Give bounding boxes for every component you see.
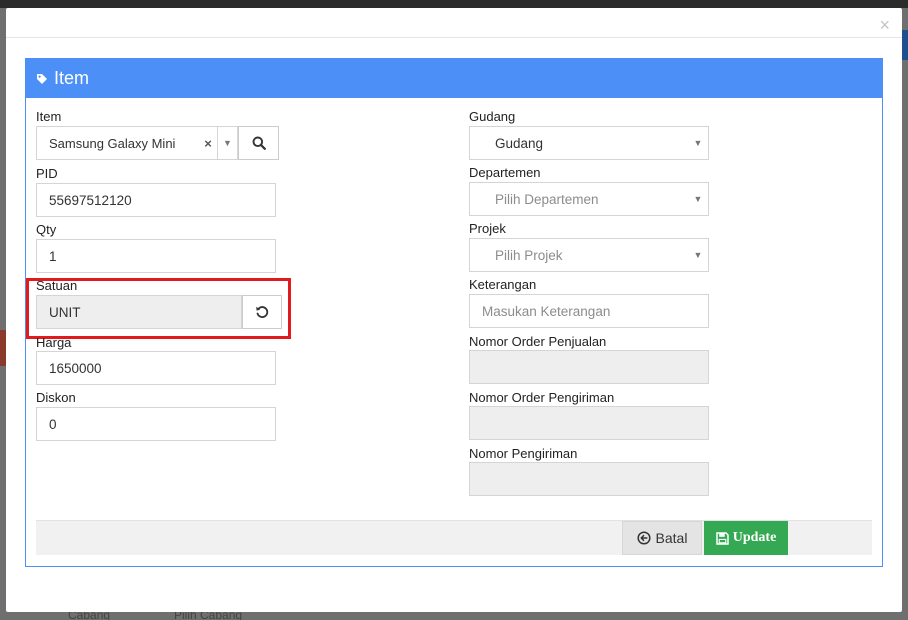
background-strip <box>902 30 908 60</box>
qty-input[interactable]: 1 <box>36 239 276 273</box>
chevron-down-icon[interactable]: ▼ <box>217 127 237 159</box>
background-topbar <box>0 0 908 8</box>
qty-value: 1 <box>49 248 57 264</box>
panel-title: Item <box>54 68 90 88</box>
item-select[interactable]: Samsung Galaxy Mini × ▼ <box>36 126 238 160</box>
nomor-order-penjualan-label: Nomor Order Penjualan <box>469 334 607 349</box>
form-footer: Batal Update <box>36 520 872 555</box>
diskon-value: 0 <box>49 416 57 432</box>
batal-button[interactable]: Batal <box>622 521 702 555</box>
gudang-select[interactable]: Gudang ▼ <box>469 126 709 160</box>
keterangan-placeholder: Masukan Keterangan <box>482 303 611 319</box>
projek-label: Projek <box>469 221 506 236</box>
projek-select[interactable]: Pilih Projek ▼ <box>469 238 709 272</box>
item-panel: Item Item Samsung Galaxy Mini × ▼ PID 55… <box>25 58 883 567</box>
update-label: Update <box>732 530 777 545</box>
harga-value: 1650000 <box>49 360 102 376</box>
departemen-placeholder: Pilih Departemen <box>495 191 599 207</box>
update-button[interactable]: Update <box>704 521 788 555</box>
tag-icon <box>37 73 47 84</box>
satuan-label: Satuan <box>36 278 78 293</box>
pid-input[interactable]: 55697512120 <box>36 183 276 217</box>
departemen-label: Departemen <box>469 165 541 180</box>
refresh-button[interactable] <box>242 295 282 329</box>
gudang-label: Gudang <box>469 109 516 124</box>
arrow-circle-left-icon <box>636 531 651 545</box>
close-button[interactable]: × <box>879 16 890 34</box>
chevron-down-icon[interactable]: ▼ <box>688 127 708 159</box>
satuan-input: UNIT <box>36 295 242 329</box>
item-modal: × Item Item Samsung Galaxy Mini × ▼ PID … <box>6 8 902 612</box>
nomor-pengiriman-label: Nomor Pengiriman <box>469 446 578 461</box>
search-button[interactable] <box>238 126 279 160</box>
save-icon <box>715 531 729 545</box>
modal-header: × <box>6 8 902 38</box>
gudang-select-value: Gudang <box>495 135 544 151</box>
qty-label: Qty <box>36 222 57 237</box>
keterangan-label: Keterangan <box>469 277 537 292</box>
item-select-value: Samsung Galaxy Mini <box>49 135 176 151</box>
panel-heading: Item <box>26 59 882 98</box>
diskon-label: Diskon <box>36 390 76 405</box>
projek-placeholder: Pilih Projek <box>495 247 563 263</box>
nomor-order-pengiriman-input <box>469 406 709 440</box>
item-label: Item <box>36 109 62 124</box>
harga-input[interactable]: 1650000 <box>36 351 276 385</box>
search-icon <box>252 136 266 150</box>
departemen-select[interactable]: Pilih Departemen ▼ <box>469 182 709 216</box>
keterangan-input[interactable]: Masukan Keterangan <box>469 294 709 328</box>
pid-label: PID <box>36 166 58 181</box>
panel-body: Item Samsung Galaxy Mini × ▼ PID 5569751… <box>26 98 882 566</box>
chevron-down-icon[interactable]: ▼ <box>688 183 708 215</box>
refresh-icon <box>256 306 269 318</box>
nomor-order-pengiriman-label: Nomor Order Pengiriman <box>469 390 615 405</box>
clear-icon[interactable]: × <box>199 136 217 151</box>
diskon-input[interactable]: 0 <box>36 407 276 441</box>
harga-label: Harga <box>36 335 72 350</box>
nomor-pengiriman-input <box>469 462 709 496</box>
pid-value: 55697512120 <box>49 192 132 208</box>
nomor-order-penjualan-input <box>469 350 709 384</box>
batal-label: Batal <box>655 530 688 546</box>
chevron-down-icon[interactable]: ▼ <box>688 239 708 271</box>
satuan-value: UNIT <box>49 304 81 320</box>
